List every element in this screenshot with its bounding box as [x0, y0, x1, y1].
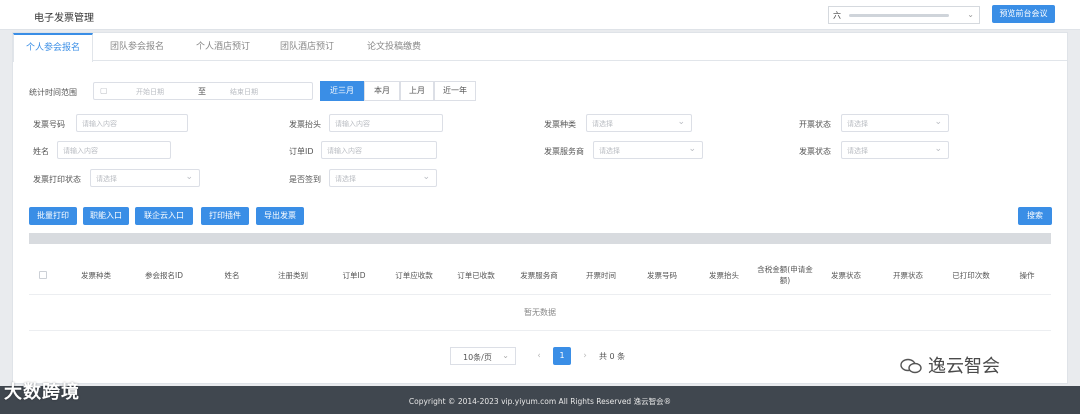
start-date-placeholder: 开始日期 — [136, 88, 164, 96]
top-bar: 电子发票管理 六 ⌄ 预览前台会议 — [0, 0, 1080, 30]
column-header: 订单ID — [342, 270, 366, 280]
chevron-down-icon: ⌄ — [502, 351, 509, 360]
tab-team-hotel[interactable]: 团队酒店预订 — [265, 33, 349, 61]
checked-in-label: 是否签到 — [289, 175, 321, 184]
column-header: 参会报名ID — [145, 270, 183, 280]
table-header: 发票种类 参会报名ID 姓名 注册类别 订单ID 订单应收款 订单已收款 发票服… — [29, 255, 1051, 295]
batch-print-button[interactable]: 批量打印 — [29, 207, 77, 225]
chevron-down-icon: ⌄ — [185, 172, 193, 182]
invoice-number-input[interactable]: 请输入内容 — [76, 114, 188, 132]
range-last-year[interactable]: 近一年 — [434, 81, 476, 101]
column-header: 发票服务商 — [520, 270, 558, 280]
tab-team-registration[interactable]: 团队参会报名 — [93, 33, 181, 61]
issue-status-select[interactable]: 请选择 ⌄ — [841, 114, 949, 132]
column-header: 发票号码 — [647, 270, 677, 280]
invoice-type-label: 发票种类 — [544, 120, 576, 129]
conference-selector-value: 六 — [833, 11, 841, 20]
chevron-down-icon: ⌄ — [967, 10, 974, 19]
export-invoices-button[interactable]: 导出发票 — [256, 207, 304, 225]
service-provider-select[interactable]: 请选择 ⌄ — [593, 141, 703, 159]
copyright-text: Copyright © 2014-2023 vip.yiyum.com All … — [408, 397, 672, 406]
end-date-placeholder: 结束日期 — [230, 88, 258, 96]
date-range-separator: 至 — [198, 87, 206, 96]
tab-individual-hotel[interactable]: 个人酒店预订 — [181, 33, 265, 61]
order-id-label: 订单ID — [289, 147, 314, 156]
remote-entry-button[interactable]: 联企云入口 — [135, 207, 193, 225]
staff-entry-button[interactable]: 职能入口 — [83, 207, 129, 225]
select-all-checkbox[interactable] — [39, 271, 47, 279]
tab-paper-fee[interactable]: 论文投稿缴费 — [349, 33, 439, 61]
issue-status-label: 开票状态 — [799, 120, 831, 129]
date-range-label: 统计时间范围 — [29, 88, 77, 97]
name-label: 姓名 — [33, 147, 49, 156]
range-last-three-months[interactable]: 近三月 — [320, 81, 364, 101]
column-header: 已打印次数 — [952, 270, 990, 280]
invoice-status-label: 发票状态 — [799, 147, 831, 156]
current-page-button[interactable]: 1 — [553, 347, 571, 365]
invoice-number-label: 发票号码 — [33, 120, 65, 129]
date-range-picker[interactable]: ▢ 开始日期 至 结束日期 — [93, 82, 313, 100]
watermark-left: 大数跨境 — [4, 382, 80, 403]
watermark-right-text: 逸云智会 — [928, 356, 1000, 377]
order-id-input[interactable]: 请输入内容 — [321, 141, 437, 159]
invoice-header-label: 发票抬头 — [289, 120, 321, 129]
total-count: 共 0 条 — [599, 352, 626, 361]
search-button[interactable]: 搜索 — [1018, 207, 1052, 225]
table-toolbar-strip — [29, 233, 1051, 244]
prev-page-button[interactable]: ‹ — [531, 347, 547, 365]
name-input[interactable]: 请输入内容 — [57, 141, 171, 159]
column-header: 订单已收款 — [457, 270, 495, 280]
column-header: 发票状态 — [831, 270, 861, 280]
print-status-label: 发票打印状态 — [33, 175, 81, 184]
calendar-icon: ▢ — [100, 86, 108, 95]
invoice-type-select[interactable]: 请选择 ⌄ — [586, 114, 692, 132]
chevron-down-icon: ⌄ — [934, 144, 942, 154]
print-plugin-button[interactable]: 打印插件 — [201, 207, 249, 225]
empty-table-message: 暂无数据 — [29, 295, 1051, 331]
column-header: 发票抬头 — [709, 270, 739, 280]
print-status-select[interactable]: 请选择 ⌄ — [90, 169, 200, 187]
chevron-down-icon: ⌄ — [422, 172, 430, 182]
range-this-month[interactable]: 本月 — [364, 81, 400, 101]
next-page-button[interactable]: › — [577, 347, 593, 365]
column-header: 含税金额(申请金额) — [757, 265, 813, 285]
range-last-month[interactable]: 上月 — [400, 81, 434, 101]
main-panel: 个人参会报名 团队参会报名 个人酒店预订 团队酒店预订 论文投稿缴费 统计时间范… — [12, 32, 1068, 384]
page-title: 电子发票管理 — [34, 13, 94, 24]
column-header: 开票时间 — [586, 270, 616, 280]
watermark-right: 逸云智会 — [900, 352, 1000, 378]
chevron-down-icon: ⌄ — [934, 117, 942, 127]
invoice-header-input[interactable]: 请输入内容 — [329, 114, 443, 132]
column-header: 开票状态 — [893, 270, 923, 280]
tab-bar: 个人参会报名 团队参会报名 个人酒店预订 团队酒店预订 论文投稿缴费 — [13, 33, 1067, 62]
conference-selector[interactable]: 六 ⌄ — [828, 6, 980, 24]
column-header: 发票种类 — [81, 270, 111, 280]
tab-individual-registration[interactable]: 个人参会报名 — [13, 33, 93, 62]
checked-in-select[interactable]: 请选择 ⌄ — [329, 169, 437, 187]
page-size-select[interactable]: 10条/页 ⌄ — [450, 347, 516, 365]
column-header: 注册类别 — [278, 270, 308, 280]
chevron-down-icon: ⌄ — [688, 144, 696, 154]
column-header: 订单应收款 — [395, 270, 433, 280]
column-header: 操作 — [1019, 270, 1035, 280]
service-provider-label: 发票服务商 — [544, 147, 584, 156]
chevron-down-icon: ⌄ — [677, 117, 685, 127]
conference-name-redacted — [849, 14, 949, 17]
preview-frontend-button[interactable]: 预览前台会议 — [992, 5, 1055, 23]
footer: Copyright © 2014-2023 vip.yiyum.com All … — [0, 386, 1080, 414]
column-header: 姓名 — [224, 270, 240, 280]
invoice-status-select[interactable]: 请选择 ⌄ — [841, 141, 949, 159]
wechat-icon — [900, 358, 922, 374]
